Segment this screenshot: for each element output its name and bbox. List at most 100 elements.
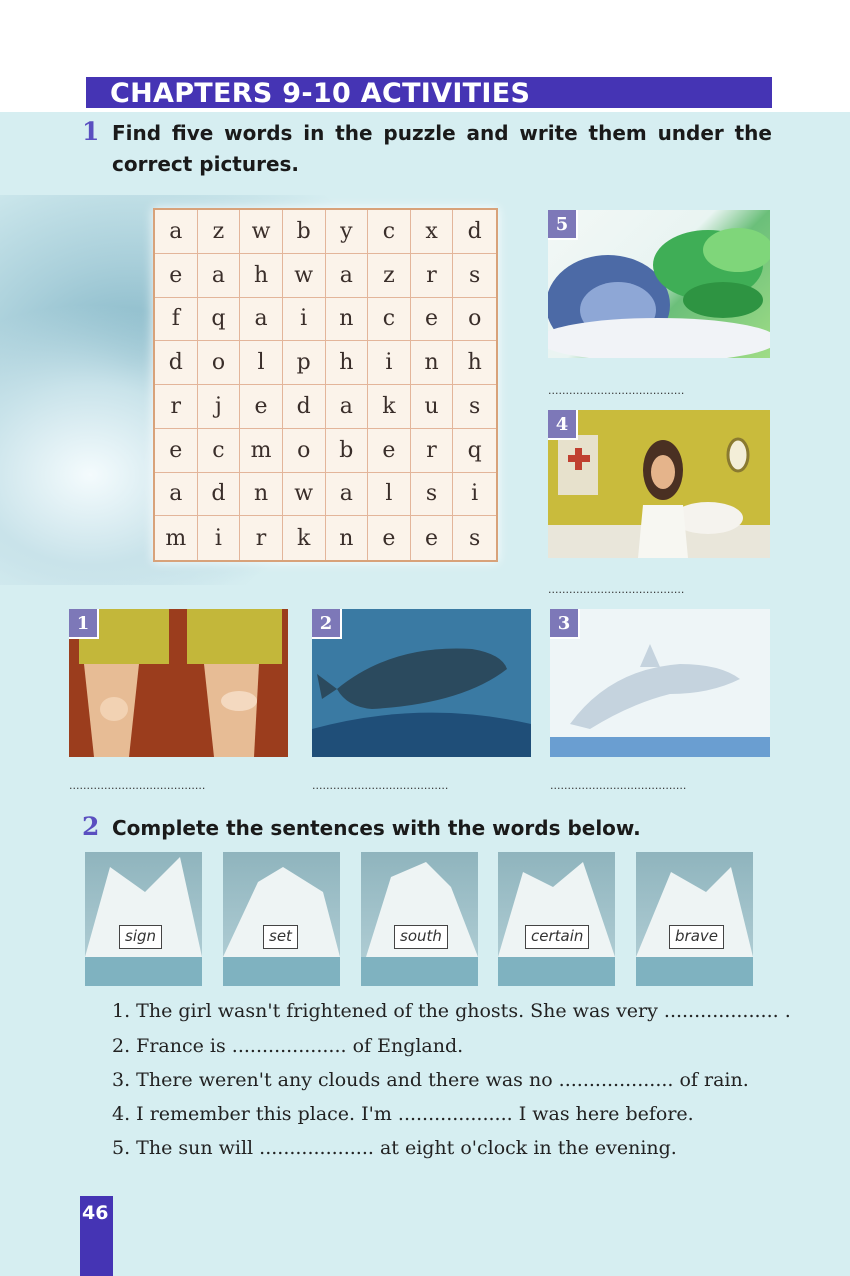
page-title: CHAPTERS 9-10 ACTIVITIES bbox=[110, 78, 531, 109]
picture-5: 5 bbox=[548, 210, 770, 358]
puzzle-cell: e bbox=[410, 297, 454, 342]
exercise-2-number: 2 bbox=[82, 812, 100, 841]
puzzle-cell: r bbox=[410, 253, 454, 298]
puzzle-cell: p bbox=[282, 341, 326, 385]
iceberg-image bbox=[85, 857, 202, 986]
knees-image bbox=[69, 609, 288, 757]
puzzle-cell: e bbox=[155, 428, 198, 473]
picture-number-5: 5 bbox=[548, 210, 578, 240]
puzzle-cell: d bbox=[282, 385, 326, 429]
puzzle-cell: w bbox=[282, 472, 326, 517]
chapter-header-bar: CHAPTERS 9-10 ACTIVITIES bbox=[86, 77, 772, 109]
iceberg-card-south: south bbox=[361, 852, 478, 986]
answer-line-4[interactable]: ....................................... bbox=[548, 583, 770, 596]
puzzle-cell: a bbox=[325, 253, 369, 298]
puzzle-cell: z bbox=[368, 253, 411, 298]
word-label-sign: sign bbox=[119, 925, 163, 949]
puzzle-cell: y bbox=[325, 210, 369, 254]
puzzle-cell: l bbox=[240, 341, 283, 385]
puzzle-cell: s bbox=[453, 385, 496, 429]
exercise-1-number: 1 bbox=[82, 117, 100, 146]
exercise-2-instruction: Complete the sentences with the words be… bbox=[112, 816, 641, 840]
whale-image bbox=[312, 609, 531, 757]
puzzle-cell: e bbox=[155, 253, 198, 298]
nurse-hospital-image bbox=[548, 410, 770, 558]
puzzle-cell: i bbox=[453, 473, 496, 517]
puzzle-cell: a bbox=[240, 297, 283, 342]
puzzle-cell: e bbox=[368, 428, 411, 473]
puzzle-cell: z bbox=[197, 210, 241, 254]
puzzle-cell: w bbox=[282, 253, 326, 298]
puzzle-cell: d bbox=[453, 210, 496, 254]
puzzle-cell: d bbox=[197, 472, 241, 517]
sentence-5: 5. The sun will ................... at e… bbox=[112, 1137, 677, 1159]
sentence-4: 4. I remember this place. I'm ..........… bbox=[112, 1103, 694, 1125]
puzzle-cell: a bbox=[155, 210, 198, 254]
sentence-2: 2. France is ................... of Engl… bbox=[112, 1035, 464, 1057]
picture-4: 4 bbox=[548, 410, 770, 558]
answer-line-3[interactable]: ....................................... bbox=[550, 779, 770, 792]
word-label-south: south bbox=[394, 925, 448, 949]
puzzle-cell: b bbox=[282, 210, 326, 254]
puzzle-cell: a bbox=[325, 472, 369, 517]
puzzle-cell: a bbox=[155, 472, 198, 517]
puzzle-cell: m bbox=[240, 428, 283, 473]
picture-number-2: 2 bbox=[312, 609, 342, 639]
puzzle-cell: h bbox=[453, 341, 496, 385]
puzzle-cell: o bbox=[197, 341, 241, 385]
puzzle-cell: s bbox=[453, 254, 496, 298]
puzzle-cell: n bbox=[240, 472, 283, 517]
sleeping-girl-dream-image bbox=[548, 228, 770, 358]
puzzle-cell: e bbox=[240, 385, 283, 429]
puzzle-cell: n bbox=[325, 297, 369, 342]
puzzle-cell: i bbox=[282, 297, 326, 342]
puzzle-cell: o bbox=[453, 298, 496, 342]
puzzle-cell: d bbox=[155, 341, 198, 385]
puzzle-cell: r bbox=[155, 385, 198, 429]
iceberg-card-sign: sign bbox=[85, 852, 202, 986]
puzzle-cell: o bbox=[282, 428, 326, 473]
puzzle-cell: f bbox=[155, 297, 198, 342]
puzzle-cell: e bbox=[368, 516, 411, 560]
puzzle-cell: c bbox=[368, 210, 411, 254]
iceberg-image bbox=[498, 862, 615, 986]
answer-line-1[interactable]: ....................................... bbox=[69, 779, 288, 792]
puzzle-cell: q bbox=[453, 429, 496, 473]
word-label-brave: brave bbox=[669, 925, 724, 949]
page-number: 46 bbox=[82, 1202, 109, 1224]
iceberg-card-brave: brave bbox=[636, 852, 753, 986]
iceberg-image bbox=[223, 867, 340, 986]
puzzle-cell: c bbox=[368, 297, 411, 342]
puzzle-cell: r bbox=[410, 428, 454, 473]
page-number-tab: 46 bbox=[80, 1196, 113, 1276]
iceberg-card-set: set bbox=[223, 852, 340, 986]
puzzle-cell: i bbox=[198, 516, 241, 560]
answer-line-2[interactable]: ....................................... bbox=[312, 779, 531, 792]
sentence-1: 1. The girl wasn't frightened of the gho… bbox=[112, 1000, 791, 1022]
puzzle-cell: u bbox=[410, 385, 454, 429]
picture-number-1: 1 bbox=[69, 609, 99, 639]
picture-3: 3 bbox=[550, 609, 770, 757]
puzzle-cell: j bbox=[197, 385, 241, 429]
picture-number-3: 3 bbox=[550, 609, 580, 639]
puzzle-cell: w bbox=[240, 210, 283, 254]
puzzle-cell: e bbox=[411, 516, 454, 560]
puzzle-cell: b bbox=[325, 428, 369, 473]
puzzle-cell: s bbox=[410, 472, 454, 517]
puzzle-cell: n bbox=[326, 516, 369, 560]
puzzle-cell: k bbox=[368, 385, 411, 429]
puzzle-cell: h bbox=[325, 341, 369, 385]
iceberg-image bbox=[636, 867, 753, 986]
answer-line-5[interactable]: ....................................... bbox=[548, 384, 770, 397]
iceberg-image bbox=[361, 862, 478, 986]
puzzle-cell: r bbox=[240, 516, 283, 560]
puzzle-cell: n bbox=[410, 341, 454, 385]
puzzle-cell: k bbox=[283, 516, 326, 560]
sentence-3: 3. There weren't any clouds and there wa… bbox=[112, 1069, 749, 1091]
puzzle-cell: a bbox=[197, 253, 241, 298]
picture-number-4: 4 bbox=[548, 410, 578, 440]
iceberg-card-certain: certain bbox=[498, 852, 615, 986]
puzzle-cell: l bbox=[368, 472, 411, 517]
puzzle-cell: s bbox=[469, 525, 481, 551]
puzzle-cell: q bbox=[197, 297, 241, 342]
